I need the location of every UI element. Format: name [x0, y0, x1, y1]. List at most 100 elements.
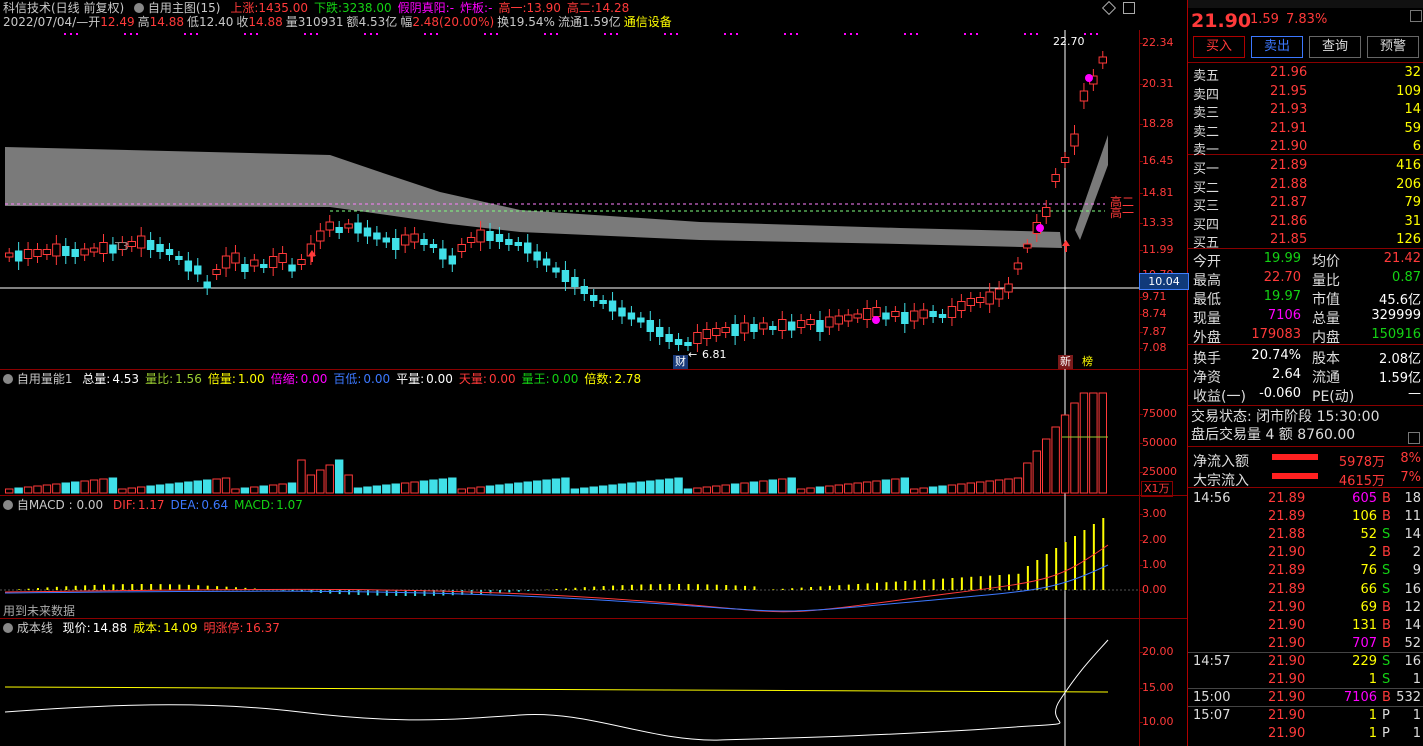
top-marker-dot — [316, 33, 318, 35]
signal-dot — [1085, 74, 1093, 82]
xin-badge[interactable]: 新 — [1058, 355, 1073, 369]
tick-price: 21.89 — [1268, 563, 1306, 579]
top-marker-dot — [484, 33, 486, 35]
volume-bar — [344, 474, 353, 494]
volume-bar — [580, 487, 589, 494]
tick-volume: 2 — [1368, 545, 1377, 561]
candle-body — [439, 248, 447, 260]
candle-body — [731, 324, 739, 336]
alert-button[interactable]: 预警 — [1367, 36, 1419, 58]
price-line — [4, 639, 1109, 741]
axis-tick — [1139, 332, 1143, 333]
tick-row: 21.90 707 B 52 — [1190, 634, 1423, 652]
volume-bar — [1051, 426, 1060, 494]
candle-body — [552, 267, 560, 273]
cursor-price-label: 10.04 — [1139, 273, 1189, 290]
bid-level[interactable]: 买四 21.86 31 — [1190, 212, 1423, 233]
tick-price: 21.90 — [1268, 617, 1306, 633]
candle-body — [23, 249, 33, 259]
level-volume: 6 — [1412, 139, 1421, 154]
stat-value: 7106 — [1267, 308, 1301, 323]
buy-button[interactable]: 买入 — [1193, 36, 1245, 58]
bid-level[interactable]: 买一 21.89 416 — [1190, 156, 1423, 177]
volume-bar — [796, 488, 806, 494]
macd-panel-title[interactable]: 自MACD : 0.00 — [17, 498, 103, 512]
ask-level[interactable]: 卖二 21.91 59 — [1190, 119, 1423, 140]
level-volume: 126 — [1396, 232, 1421, 247]
ask-level[interactable]: 卖四 21.95 109 — [1190, 82, 1423, 103]
axis-tick-label: 3.00 — [1142, 507, 1167, 520]
volume-bar — [174, 482, 184, 494]
tick-volume: 605 — [1352, 491, 1377, 506]
volume-bar — [938, 485, 947, 494]
candle-body — [221, 255, 231, 269]
tick-side: S — [1382, 563, 1391, 579]
top-marker-dot — [1090, 33, 1092, 35]
candle-body — [524, 242, 532, 254]
panel-item-label: 量比: — [145, 372, 174, 386]
bang-badge[interactable]: 榜 — [1082, 355, 1093, 369]
level-price: 21.91 — [1270, 120, 1308, 136]
cost-panel-header: 成本线 现价: 14.88 成本: 14.09 明涨停: 16.37 — [3, 621, 280, 635]
tick-volume: 66 — [1360, 581, 1377, 597]
bid-level[interactable]: 买五 21.85 126 — [1190, 230, 1423, 251]
candle-body — [476, 229, 485, 243]
axis-tick — [1139, 414, 1143, 415]
tick-row: 21.90 2 B 2 — [1190, 543, 1423, 561]
volume-bar — [881, 479, 891, 494]
top-marker-dot — [304, 33, 306, 35]
chevron-down-icon[interactable] — [3, 500, 13, 510]
sell-button[interactable]: 卖出 — [1251, 36, 1303, 58]
cost-panel-title[interactable]: 成本线 — [17, 621, 53, 635]
stat-value: 21.42 — [1383, 251, 1421, 266]
bid-level[interactable]: 买二 21.88 206 — [1190, 175, 1423, 196]
candle-body — [241, 264, 249, 272]
axis-tick-label: 11.99 — [1142, 243, 1174, 256]
ask-level[interactable]: 卖三 21.93 14 — [1190, 100, 1423, 121]
query-button[interactable]: 查询 — [1309, 36, 1361, 58]
tick-row: 15:00 21.90 7106 B 532 — [1190, 688, 1423, 706]
volume-bar — [457, 488, 466, 494]
candle-body — [175, 256, 183, 260]
volume-panel-title[interactable]: 自用量能1 — [17, 372, 73, 386]
expand-icon[interactable] — [1408, 432, 1420, 444]
top-marker-dot — [670, 33, 672, 35]
volume-bar — [844, 483, 853, 494]
tick-count: 16 — [1404, 581, 1421, 597]
candle-body — [260, 264, 268, 268]
top-marker-dot — [1030, 33, 1032, 35]
candle-body — [373, 232, 381, 240]
axis-tick-label: 20.31 — [1142, 77, 1174, 90]
chevron-down-icon[interactable] — [3, 374, 13, 384]
volume-bar — [99, 478, 108, 494]
ask-level[interactable]: 卖五 21.96 32 — [1190, 63, 1423, 84]
ask-level[interactable]: 卖一 21.90 6 — [1190, 137, 1423, 158]
volume-bar — [617, 483, 627, 494]
level-volume: 32 — [1404, 65, 1421, 80]
candle-body — [486, 231, 494, 241]
quote-title-strip — [1188, 0, 1423, 8]
candle-body — [466, 237, 476, 243]
candle-body — [947, 306, 957, 318]
tick-row: 21.90 131 B 14 — [1190, 616, 1423, 634]
cai-badge[interactable]: 财 — [673, 355, 688, 369]
volume-bar — [1032, 450, 1042, 494]
volume-bar — [5, 488, 14, 494]
tick-count: 1 — [1412, 726, 1421, 742]
level-price: 21.85 — [1270, 232, 1308, 247]
candle-body — [1051, 174, 1060, 182]
tick-side: P — [1382, 708, 1390, 724]
chevron-down-icon[interactable] — [3, 623, 13, 633]
volume-bar — [900, 477, 910, 494]
quote-menu-icon[interactable] — [1410, 10, 1422, 22]
panel-item-value: 1.00 — [237, 372, 265, 386]
candle-body — [759, 322, 768, 330]
volume-bar — [382, 484, 391, 494]
panel-item-label: 倍缩: — [270, 372, 299, 386]
panel-item-value: 1.56 — [175, 372, 202, 386]
volume-bar — [1089, 392, 1098, 494]
tick-side: B — [1382, 509, 1391, 525]
volume-bar — [1042, 438, 1051, 494]
chart-area[interactable]: 科信技术(日线 前复权) 自用主图(15) 上涨:1435.00 下跌:3238.… — [0, 0, 1189, 746]
bid-level[interactable]: 买三 21.87 79 — [1190, 193, 1423, 214]
